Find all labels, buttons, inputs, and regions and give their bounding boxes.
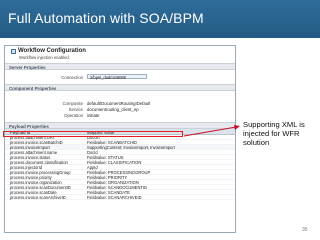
workflow-configuration-header: Workflow Configuration Workflow injectio… <box>5 46 235 63</box>
operation-value: initiate <box>87 113 100 118</box>
workflow-injection-status: Workflow injection enabled. <box>19 55 70 61</box>
highlight-box <box>3 131 183 137</box>
mapped-value-cell: Fieldvalue: SCANARCHIVEID <box>87 195 142 200</box>
operation-label: Operation <box>64 113 83 118</box>
callout-line: solution <box>243 138 270 147</box>
server-properties-header: Server Properties <box>5 63 235 70</box>
callout-line: injected for WFR <box>243 129 300 138</box>
workflow-config-title: Workflow Configuration <box>18 48 86 54</box>
console-screenshot: Workflow Configuration Workflow injectio… <box>4 45 236 233</box>
connection-row: Connection 2/bpel_dadmin8088 <box>5 74 235 80</box>
connection-value: 2/bpel_dadmin8088 <box>90 75 126 80</box>
page-number: 35 <box>302 227 308 233</box>
component-properties-header: Component Properties <box>5 84 235 91</box>
operation-row: Operation initiate <box>5 112 235 118</box>
connection-field[interactable]: 2/bpel_dadmin8088 <box>87 74 147 80</box>
callout-line: Supporting XML is <box>243 120 305 129</box>
slide-title: Full Automation with SOA/BPM <box>8 10 204 26</box>
slide-title-bar: Full Automation with SOA/BPM <box>0 0 320 38</box>
callout-text: Supporting XML is injected for WFR solut… <box>243 120 305 147</box>
callout-arrow-icon <box>183 125 240 137</box>
connection-label: Connection <box>61 75 83 80</box>
workflow-icon <box>11 48 16 54</box>
table-row[interactable]: process.invoice.scanArchiveID Fieldvalue:… <box>5 195 235 200</box>
payload-id-cell: process.invoice.scanArchiveID <box>10 195 66 200</box>
